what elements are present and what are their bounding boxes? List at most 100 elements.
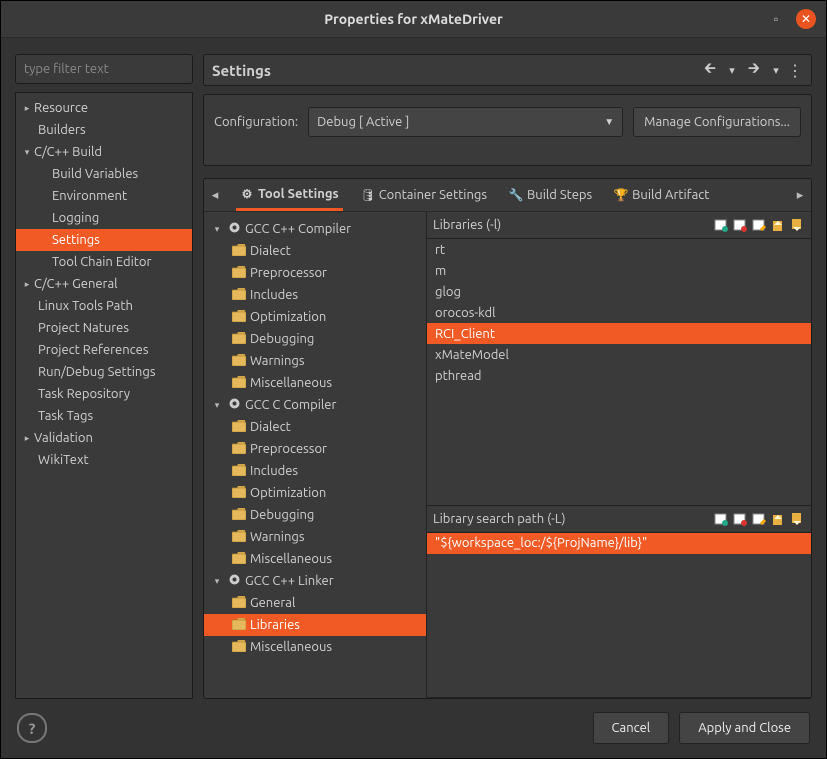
nav-item[interactable]: Build Variables bbox=[16, 163, 192, 185]
libpath-list[interactable]: "${workspace_loc:/${ProjName}/lib}" bbox=[427, 533, 811, 697]
tool-option[interactable]: Libraries bbox=[204, 614, 426, 636]
tabs-scroll-right-icon[interactable]: ▸ bbox=[793, 188, 807, 203]
libraries-list[interactable]: rt m glog orocos-kdl RCI_Client xMateModelpth… bbox=[427, 239, 811, 505]
tool-option[interactable]: Dialect bbox=[204, 240, 426, 262]
folder-icon bbox=[232, 266, 246, 281]
nav-item[interactable]: ▸Validation bbox=[16, 427, 192, 449]
tool-option[interactable]: Miscellaneous bbox=[204, 636, 426, 658]
edit-icon[interactable] bbox=[751, 511, 767, 527]
nav-item[interactable]: Project Natures bbox=[16, 317, 192, 339]
folder-icon bbox=[232, 596, 246, 611]
list-item[interactable]: RCI_Client bbox=[427, 323, 811, 344]
nav-item[interactable]: Task Repository bbox=[16, 383, 192, 405]
help-icon[interactable]: ? bbox=[17, 713, 47, 743]
header-back-icon[interactable]: 🡰 bbox=[699, 58, 721, 83]
delete-icon[interactable] bbox=[732, 217, 748, 233]
header-forward-icon[interactable]: 🡲 bbox=[743, 58, 765, 83]
list-item[interactable]: pthread bbox=[427, 365, 811, 386]
nav-item[interactable]: Project References bbox=[16, 339, 192, 361]
nav-item[interactable]: Environment bbox=[16, 185, 192, 207]
nav-item-label: Project Natures bbox=[38, 321, 129, 335]
add-icon[interactable] bbox=[713, 511, 729, 527]
tool-option[interactable]: Dialect bbox=[204, 416, 426, 438]
tool-option[interactable]: Warnings bbox=[204, 526, 426, 548]
manage-configurations-button[interactable]: Manage Configurations... bbox=[633, 107, 801, 137]
tool-option[interactable]: Includes bbox=[204, 284, 426, 306]
tool-group[interactable]: ▾GCC C Compiler bbox=[204, 394, 426, 416]
window-close-icon[interactable]: ✕ bbox=[796, 9, 816, 29]
nav-item[interactable]: ▸C/C++ General bbox=[16, 273, 192, 295]
header-forward-menu-icon[interactable]: ▾ bbox=[765, 64, 787, 77]
add-icon[interactable] bbox=[713, 217, 729, 233]
nav-item[interactable]: ▸Resource bbox=[16, 97, 192, 119]
delete-icon[interactable] bbox=[732, 511, 748, 527]
tool-option[interactable]: Optimization bbox=[204, 482, 426, 504]
list-item[interactable]: m bbox=[427, 260, 811, 281]
tree-label: GCC C Compiler bbox=[245, 398, 336, 412]
nav-item[interactable]: Run/Debug Settings bbox=[16, 361, 192, 383]
list-item-label: RCI_Client bbox=[435, 327, 495, 341]
nav-item[interactable]: WikiText bbox=[16, 449, 192, 471]
tab[interactable]: 🔧Build Steps bbox=[505, 179, 596, 211]
nav-item[interactable]: ▾C/C++ Build bbox=[16, 141, 192, 163]
window-min-max-icon[interactable]: ▫ bbox=[766, 9, 786, 29]
list-item-label: "${workspace_loc:/${ProjName}/lib}" bbox=[435, 536, 647, 550]
list-item-label: m bbox=[435, 264, 446, 278]
gear-icon bbox=[228, 573, 241, 589]
tree-label: Warnings bbox=[250, 354, 305, 368]
tree-label: Debugging bbox=[250, 332, 314, 346]
move-up-icon[interactable] bbox=[770, 217, 786, 233]
folder-icon bbox=[232, 442, 246, 457]
list-item[interactable]: rt bbox=[427, 239, 811, 260]
list-item[interactable]: orocos-kdl bbox=[427, 302, 811, 323]
tool-option[interactable]: Optimization bbox=[204, 306, 426, 328]
nav-item[interactable]: Tool Chain Editor bbox=[16, 251, 192, 273]
nav-tree: ▸ResourceBuilders▾C/C++ BuildBuild Varia… bbox=[15, 92, 193, 699]
move-down-icon[interactable] bbox=[789, 217, 805, 233]
list-item[interactable]: "${workspace_loc:/${ProjName}/lib}" bbox=[427, 533, 811, 554]
tool-option[interactable]: General bbox=[204, 592, 426, 614]
tool-option[interactable]: Miscellaneous bbox=[204, 548, 426, 570]
edit-icon[interactable] bbox=[751, 217, 767, 233]
nav-item[interactable]: Builders bbox=[16, 119, 192, 141]
tool-option[interactable]: Debugging bbox=[204, 328, 426, 350]
tool-option[interactable]: Preprocessor bbox=[204, 438, 426, 460]
tabs-scroll-left-icon[interactable]: ◂ bbox=[208, 188, 222, 203]
nav-item-label: Logging bbox=[52, 211, 99, 225]
nav-item[interactable]: Linux Tools Path bbox=[16, 295, 192, 317]
expand-icon: ▾ bbox=[22, 147, 32, 158]
move-down-icon[interactable] bbox=[789, 511, 805, 527]
tool-option[interactable]: Includes bbox=[204, 460, 426, 482]
header-menu-icon[interactable]: ⋮ bbox=[787, 61, 803, 80]
tab-label: Container Settings bbox=[379, 188, 487, 202]
header-back-menu-icon[interactable]: ▾ bbox=[721, 64, 743, 77]
list-item[interactable]: glog bbox=[427, 281, 811, 302]
dropdown-icon: ▼ bbox=[604, 116, 614, 128]
nav-item[interactable]: Settings bbox=[16, 229, 192, 251]
tool-option[interactable]: Miscellaneous bbox=[204, 372, 426, 394]
move-up-icon[interactable] bbox=[770, 511, 786, 527]
tool-option[interactable]: Debugging bbox=[204, 504, 426, 526]
list-item[interactable]: xMateModel bbox=[427, 344, 811, 365]
title-bar: Properties for xMateDriver ▫ ✕ bbox=[1, 1, 826, 38]
folder-icon bbox=[232, 530, 246, 545]
cancel-button[interactable]: Cancel bbox=[593, 712, 670, 744]
tree-label: Preprocessor bbox=[250, 266, 327, 280]
tab[interactable]: ⚙Tool Settings bbox=[236, 179, 343, 211]
list-item-label: orocos-kdl bbox=[435, 306, 496, 320]
filter-input[interactable]: type filter text bbox=[15, 54, 193, 84]
apply-close-button[interactable]: Apply and Close bbox=[679, 712, 810, 744]
tab[interactable]: 🏆Build Artifact bbox=[610, 179, 713, 211]
configuration-combo[interactable]: Debug [ Active ] ▼ bbox=[308, 107, 623, 137]
tool-group[interactable]: ▾GCC C++ Linker bbox=[204, 570, 426, 592]
nav-item[interactable]: Task Tags bbox=[16, 405, 192, 427]
tab[interactable]: 🛢Container Settings bbox=[357, 179, 491, 211]
tool-option[interactable]: Preprocessor bbox=[204, 262, 426, 284]
nav-item[interactable]: Logging bbox=[16, 207, 192, 229]
tree-label: GCC C++ Compiler bbox=[245, 222, 351, 236]
tree-label: Optimization bbox=[250, 310, 326, 324]
tool-option[interactable]: Warnings bbox=[204, 350, 426, 372]
dialog-footer: ? Cancel Apply and Close bbox=[1, 698, 826, 758]
nav-item-label: C/C++ Build bbox=[34, 145, 102, 159]
tool-group[interactable]: ▾GCC C++ Compiler bbox=[204, 218, 426, 240]
